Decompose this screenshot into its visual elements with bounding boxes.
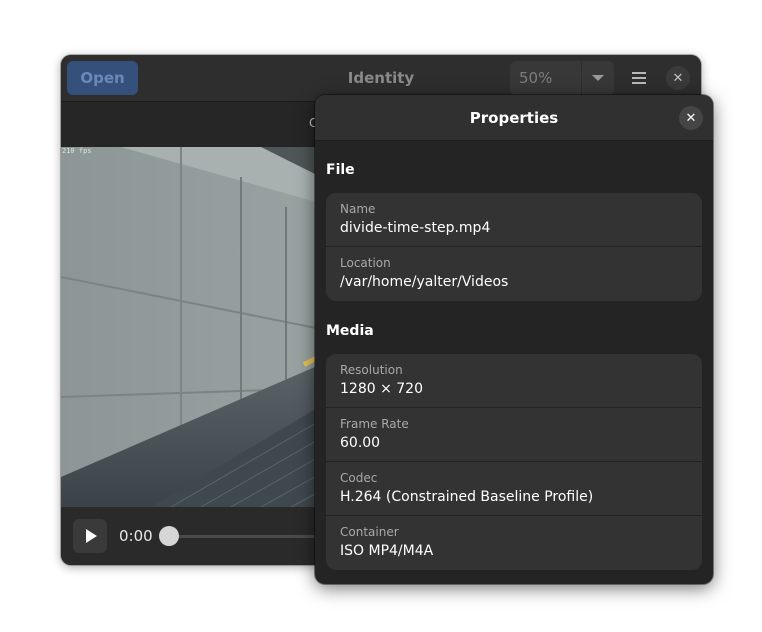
property-row-name[interactable]: Name divide-time-step.mp4 [326, 193, 702, 247]
dialog-close-button[interactable]: ✕ [679, 106, 703, 130]
seek-handle[interactable] [159, 526, 179, 546]
property-label: Location [340, 256, 391, 270]
property-label: Container [340, 525, 399, 539]
time-label: 0:00 [119, 527, 153, 545]
dialog-header: Properties ✕ [315, 95, 713, 141]
dialog-title: Properties [469, 108, 559, 127]
property-row-container[interactable]: Container ISO MP4/M4A [326, 516, 702, 570]
close-icon: ✕ [672, 70, 684, 86]
property-value[interactable]: 1280 × 720 [340, 381, 423, 397]
property-row-location[interactable]: Location /var/home/yalter/Videos [326, 247, 702, 301]
window-close-button[interactable]: ✕ [666, 66, 690, 90]
file-section-heading: File [326, 162, 355, 178]
property-value[interactable]: ISO MP4/M4A [340, 543, 433, 559]
file-properties-group: Name divide-time-step.mp4 Location /var/… [326, 193, 702, 301]
property-value[interactable]: divide-time-step.mp4 [340, 220, 490, 236]
property-value[interactable]: 60.00 [340, 435, 380, 451]
property-label: Name [340, 202, 376, 216]
property-row-resolution[interactable]: Resolution 1280 × 720 [326, 354, 702, 408]
property-label: Resolution [340, 363, 403, 377]
zoom-dropdown-button[interactable] [582, 61, 614, 95]
media-properties-group: Resolution 1280 × 720 Frame Rate 60.00 C… [326, 354, 702, 570]
main-menu-button[interactable] [623, 61, 655, 95]
property-row-codec[interactable]: Codec H.264 (Constrained Baseline Profil… [326, 462, 702, 516]
play-icon [86, 529, 97, 543]
property-value[interactable]: /var/home/yalter/Videos [340, 274, 508, 290]
close-icon: ✕ [685, 110, 697, 126]
property-row-frame-rate[interactable]: Frame Rate 60.00 [326, 408, 702, 462]
fps-overlay: 210 fps [62, 147, 92, 155]
hamburger-menu-icon [632, 72, 646, 84]
play-button[interactable] [73, 519, 107, 553]
property-label: Frame Rate [340, 417, 409, 431]
zoom-entry[interactable]: 50% [510, 61, 581, 95]
properties-dialog: Properties ✕ File Name divide-time-step.… [315, 95, 713, 584]
media-section-heading: Media [326, 323, 374, 339]
property-value[interactable]: H.264 (Constrained Baseline Profile) [340, 489, 593, 505]
property-label: Codec [340, 471, 378, 485]
chevron-down-icon [592, 75, 604, 81]
open-button[interactable]: Open [67, 61, 138, 95]
